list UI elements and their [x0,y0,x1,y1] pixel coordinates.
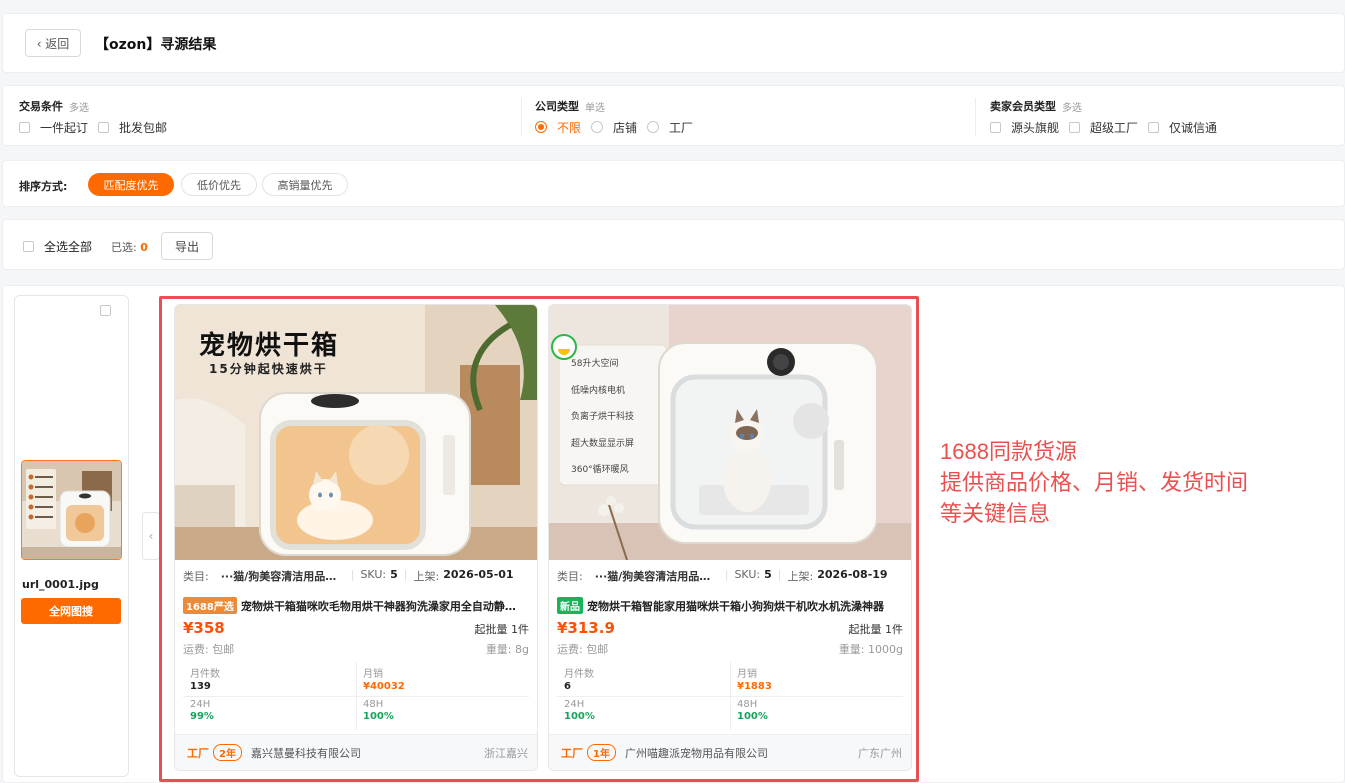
product-card[interactable]: 58升大空间 低噪内核电机 负离子烘干科技 超大数显显示屏 360°循环暖风 类… [548,304,912,771]
selection-bar: 全选全部 已选: 0 导出 [2,219,1345,270]
shipping-info: 运费: 包邮 [183,643,235,656]
sort-bar: 排序方式: 匹配度优先 低价优先 高销量优先 [2,160,1345,207]
stat-24h: 24H 100% [564,699,595,722]
select-all[interactable]: 全选全部 [23,238,92,255]
stat-monthly-qty: 月件数 6 [564,669,594,692]
product-title[interactable]: 1688严选 宠物烘干箱猫咪吹毛物用烘干神器狗洗澡家用全自动静音烘干机 [183,597,523,614]
supplier-name[interactable]: 广州喵趣派宠物用品有限公司 [625,745,858,761]
filter-option-wholesale-free-ship[interactable]: 批发包邮 [98,119,167,136]
sort-low-price-button[interactable]: 低价优先 [181,173,257,196]
source-checkbox[interactable] [100,305,111,316]
export-button[interactable]: 导出 [161,232,213,260]
stat-24h: 24H 99% [190,699,214,722]
product-image[interactable]: 58升大空间 低噪内核电机 负离子烘干科技 超大数显显示屏 360°循环暖风 [549,305,911,560]
supplier-name[interactable]: 嘉兴慧曼科技有限公司 [251,745,484,761]
source-filename: url_0001.jpg [22,578,99,591]
checkbox[interactable] [990,121,1001,133]
product-meta: 类目:···猫/狗美容清洁用品>宠物烘干箱|SKU:5|上架:2026-05-0… [183,568,514,583]
select-all-checkbox[interactable] [23,241,34,252]
product-title[interactable]: 新品 宠物烘干箱智能家用猫咪烘干箱小狗狗烘干机吹水机洗澡神器 [557,597,897,614]
stats-grid: 月件数 139 月销 ¥40032 24H 99% 48H 100% [183,662,529,730]
supplier-years: 1年 [587,744,616,761]
filter-panel: 交易条件 多选 一件起订 批发包邮 公司类型 单选 不限 店铺 工厂 卖家会员类型多… [2,85,1345,146]
image-feature-list: 58升大空间 低噪内核电机 负离子烘干科技 超大数显显示屏 360°循环暖风 [571,359,635,475]
divider [975,98,976,136]
min-order: 起批量 1件 [848,623,904,636]
filter-company-mode: 单选 [585,102,605,114]
stat-monthly-sales: 月销 ¥40032 [363,669,405,692]
filter-option-store[interactable]: 店铺 [591,119,637,136]
checkbox[interactable] [1069,121,1081,133]
stat-monthly-qty: 月件数 139 [190,669,220,692]
filter-member-title: 卖家会员类型 [990,100,1056,113]
product-image[interactable]: 宠物烘干箱 15分钟起快速烘干 [175,305,537,560]
image-search-button[interactable]: 全网图搜 [21,598,121,624]
supplier-location: 浙江嘉兴 [484,746,528,760]
tag-badge: 新品 [557,597,583,614]
results-panel: url_0001.jpg 全网图搜 ‹ 宠物烘干箱 15分钟起快速烘干 类目: … [2,285,1345,783]
selected-count: 已选: 0 [111,241,148,254]
divider [521,98,522,136]
sort-label: 排序方式: [19,180,68,193]
filter-option-any[interactable]: 不限 [535,119,581,136]
radio[interactable] [647,121,660,133]
filter-trade-title: 交易条件 [19,100,63,113]
prev-arrow-icon[interactable]: ‹ [142,512,160,560]
source-image-card: url_0001.jpg 全网图搜 [14,295,129,777]
checkbox[interactable] [19,121,30,133]
stat-monthly-sales: 月销 ¥1883 [737,669,772,692]
checkbox[interactable] [1148,121,1160,133]
product-price: ¥358 [183,619,225,637]
product-price: ¥313.9 [557,619,615,637]
supplier-bar[interactable]: 工厂 1年 广州喵趣派宠物用品有限公司 广东广州 [549,734,911,770]
page-title: 【ozon】寻源结果 [95,37,217,53]
back-button[interactable]: ‹ 返回 [25,29,81,57]
stat-48h: 48H 100% [737,699,768,722]
min-order: 起批量 1件 [474,623,530,636]
filter-company: 公司类型 单选 不限 店铺 工厂 [535,99,703,136]
filter-option-trust-only[interactable]: 仅诚信通 [1148,119,1217,136]
filter-option-single-order[interactable]: 一件起订 [19,119,88,136]
supplier-type: 工厂 [187,746,209,760]
supplier-location: 广东广州 [858,746,902,760]
filter-member: 卖家会员类型 多选 源头旗舰 超级工厂 仅诚信通 [990,99,1227,136]
filter-trade-mode: 多选 [69,102,89,114]
filter-option-factory[interactable]: 工厂 [647,119,693,136]
filter-company-title: 公司类型 [535,100,579,113]
shipping-info: 运费: 包邮 [557,643,609,656]
stats-grid: 月件数 6 月销 ¥1883 24H 100% 48H 100% [557,662,903,730]
tag-badge: 1688严选 [183,597,237,614]
header-bar: ‹ 返回 【ozon】寻源结果 [2,13,1345,73]
weight-info: 重量: 1000g [838,643,903,656]
source-thumbnail[interactable] [21,460,122,560]
annotation-callout: 1688同款货源 提供商品价格、月销、发货时间 等关键信息 [940,439,1249,526]
filter-member-mode: 多选 [1062,102,1082,114]
filter-option-super-factory[interactable]: 超级工厂 [1069,119,1138,136]
product-meta: 类目:···猫/狗美容清洁用品>宠物烘干箱|SKU:5|上架:2026-08-1… [557,568,888,583]
filter-option-source-flagship[interactable]: 源头旗舰 [990,119,1059,136]
image-headline: 宠物烘干箱 [199,331,340,361]
supplier-type: 工厂 [561,746,583,760]
supplier-years: 2年 [213,744,242,761]
product-card[interactable]: 宠物烘干箱 15分钟起快速烘干 类目:···猫/狗美容清洁用品>宠物烘干箱|SK… [174,304,538,771]
filter-trade: 交易条件 多选 一件起订 批发包邮 [19,99,177,136]
supplier-bar[interactable]: 工厂 2年 嘉兴慧曼科技有限公司 浙江嘉兴 [175,734,537,770]
radio[interactable] [591,121,604,133]
radio[interactable] [535,121,547,133]
image-subline: 15分钟起快速烘干 [209,362,328,376]
weight-info: 重量: 8g [485,643,529,656]
stat-48h: 48H 100% [363,699,394,722]
sort-high-sales-button[interactable]: 高销量优先 [262,173,348,196]
sort-match-button[interactable]: 匹配度优先 [88,173,174,196]
checkbox[interactable] [98,121,110,133]
